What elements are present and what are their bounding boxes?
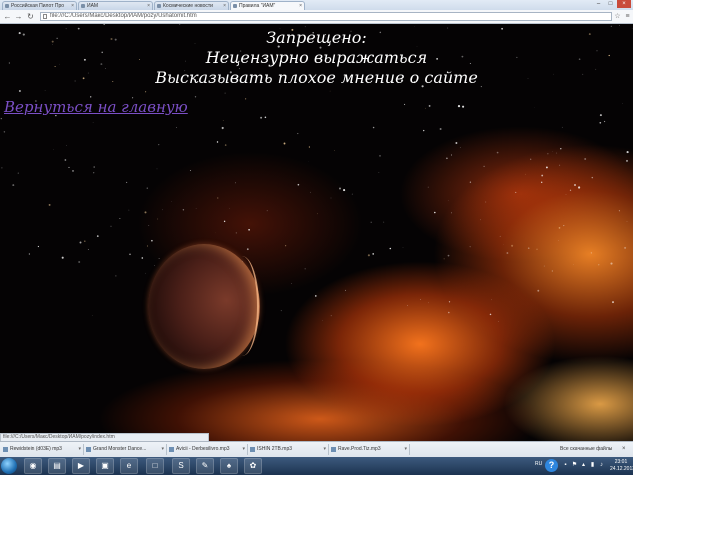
chevron-down-icon[interactable]: ▾ [242,444,245,455]
address-text: file:///C:/Users/Макс/Desktop/ИАМ/pozy/U… [50,13,197,19]
tab-label: ИАМ [87,3,99,9]
rules-heading: Запрещено: [266,28,367,47]
system-tray: RU ? ▪ ⚑ ▴ ▮ ♪ 23:01 24.12.2013 [532,457,633,475]
minimize-icon[interactable]: – [593,0,604,8]
download-item[interactable]: ISHIN 2TB.mp3 ▾ [249,444,329,455]
tab-iam[interactable]: ИАМ × [78,1,153,10]
tab-label: Правила "ИАМ" [239,3,276,9]
network-icon[interactable]: ▮ [589,462,596,469]
tab-close-icon[interactable]: × [223,2,226,10]
explorer-folder-icon[interactable]: ▤ [48,458,66,474]
tab-favicon-icon [81,4,85,8]
chrome-icon[interactable]: ◉ [24,458,42,474]
tray-app-icon[interactable]: ▪ [562,462,569,469]
chevron-down-icon[interactable]: ▾ [323,444,326,455]
taskbar-clock[interactable]: 23:01 24.12.2013 [610,459,633,473]
chevron-down-icon[interactable]: ▾ [404,444,407,455]
rules-block: Запрещено: Нецензурно выражаться Высказы… [0,28,633,88]
clock-date: 24.12.2013 [610,466,633,472]
forward-arrow-icon[interactable]: → [14,12,23,21]
bookmark-star-icon[interactable]: ☆ [613,12,622,21]
ie-browser-icon[interactable]: e [120,458,138,474]
tab-favicon-icon [157,4,161,8]
tab-favicon-icon [233,4,237,8]
file-icon [331,447,336,452]
tab-favicon-icon [5,4,9,8]
notepad-icon[interactable]: ✎ [196,458,214,474]
tab-close-icon[interactable]: × [299,2,302,10]
paint-icon[interactable]: ✿ [244,458,262,474]
maximize-icon[interactable]: □ [605,0,616,8]
chevron-down-icon[interactable]: ▾ [78,444,81,455]
download-shelf: Rewidstein (d03E) mp3 ▾ Grand Monster Da… [0,441,633,457]
tab-label: Космические новости [163,3,213,9]
start-button[interactable] [1,458,17,474]
clock-time: 23:01 [614,459,628,465]
game-icon[interactable]: ♠ [220,458,238,474]
volume-icon[interactable]: ♪ [598,462,605,469]
page-icon [43,14,47,19]
planet-rim-light [225,256,259,356]
tab-close-icon[interactable]: × [147,2,150,10]
download-item[interactable]: Avicii - Derbesilivro.mp3 ▾ [168,444,248,455]
rule-item: Нецензурно выражаться [205,48,428,67]
browser-toolbar: ← → ↻ file:///C:/Users/Макс/Desktop/ИАМ/… [0,10,633,24]
skype-icon[interactable]: S [172,458,190,474]
chevron-down-icon[interactable]: ▾ [161,444,164,455]
desktop-screen: Российская Пилот Про × ИАМ × Космические… [0,0,633,475]
file-icon [86,447,91,452]
address-bar[interactable]: file:///C:/Users/Макс/Desktop/ИАМ/pozy/U… [40,12,612,21]
download-label: Avicii - Derbesilivro.mp3 [176,446,230,452]
media-player-icon[interactable]: ▶ [72,458,90,474]
download-label: ISHIN 2TB.mp3 [257,446,293,452]
tab-close-icon[interactable]: × [71,2,74,10]
menu-icon[interactable]: ≡ [623,12,632,21]
download-item[interactable]: Grand Monster Dance... ▾ [85,444,167,455]
app-icon[interactable]: ▣ [96,458,114,474]
rule-item: Высказывать плохое мнение о сайте [155,68,478,87]
file-icon [250,447,255,452]
download-item[interactable]: Rewidstein (d03E) mp3 ▾ [2,444,84,455]
tab-pilot[interactable]: Российская Пилот Про × [2,1,77,10]
back-to-home-link[interactable]: Вернуться на главную [4,98,188,116]
show-all-downloads-link[interactable]: Все скачанные файлы [560,444,612,455]
language-indicator[interactable]: RU [535,461,542,467]
reload-icon[interactable]: ↻ [26,12,35,21]
download-label: Grand Monster Dance... [93,446,147,452]
file-icon [3,447,8,452]
download-label: Rave.Prod.Tiz.mp3 [338,446,381,452]
window-icon[interactable]: □ [146,458,164,474]
windows-taskbar: ◉ ▤ ▶ ▣ e □ S ✎ ♠ ✿ RU ? ▪ ⚑ ▴ ▮ ♪ 23:01… [0,457,633,475]
download-label: Rewidstein (d03E) mp3 [10,446,62,452]
window-controls: – □ × [593,0,631,10]
chevron-up-icon[interactable]: ▴ [580,462,587,469]
help-icon[interactable]: ? [545,459,558,472]
tab-rules[interactable]: Правила "ИАМ" × [230,1,305,10]
back-arrow-icon[interactable]: ← [3,12,12,21]
close-download-shelf-icon[interactable]: × [622,444,626,455]
file-icon [169,447,174,452]
tab-space-news[interactable]: Космические новости × [154,1,229,10]
tab-strip: Российская Пилот Про × ИАМ × Космические… [0,0,633,10]
tab-label: Российская Пилот Про [11,3,65,9]
flag-icon[interactable]: ⚑ [571,462,578,469]
download-item[interactable]: Rave.Prod.Tiz.mp3 ▾ [330,444,410,455]
page-viewport: Запрещено: Нецензурно выражаться Высказы… [0,24,633,441]
close-window-icon[interactable]: × [617,0,631,8]
